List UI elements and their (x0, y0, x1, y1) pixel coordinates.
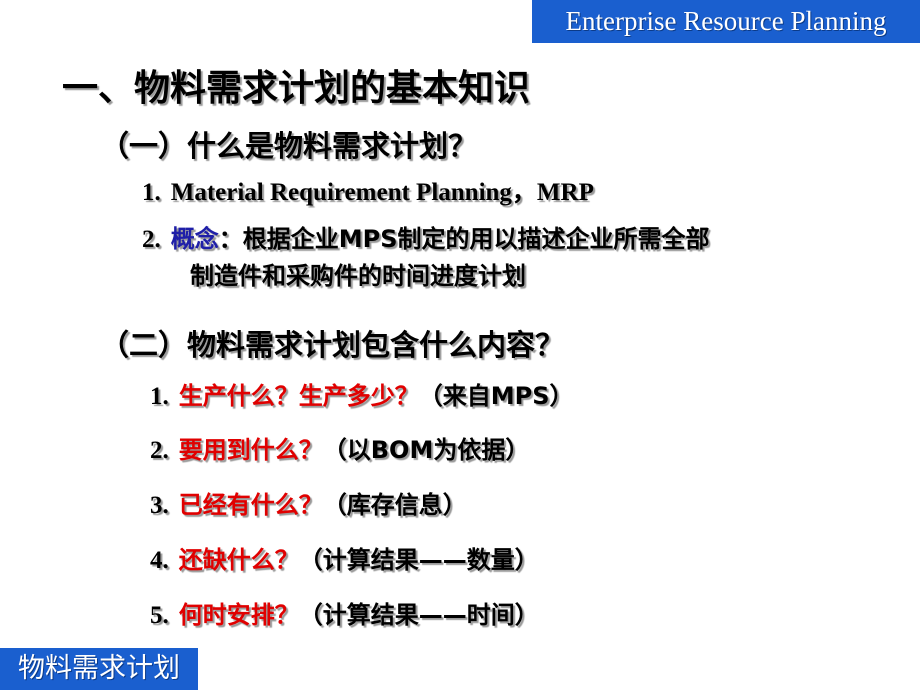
section1-heading: （一）什么是物料需求计划？ (100, 129, 478, 163)
item-question: 已经有什么？ (178, 491, 323, 519)
section1-item-1: 1. Material Requirement Planning，MRP (142, 175, 594, 211)
section2-item-3: 3. 已经有什么？（库存信息） (150, 487, 467, 524)
item-number: 1. (150, 383, 169, 410)
section2-heading: （二）物料需求计划包含什么内容？ (100, 328, 565, 362)
header-banner: Enterprise Resource Planning (532, 0, 920, 43)
item-question: 生产什么？生产多少？ (178, 382, 419, 410)
section1-item-2: 2. 概念：根据企业MPS制定的用以描述企业所需全部 (142, 221, 710, 258)
item-note: （来自MPS） (418, 382, 574, 410)
item-question: 还缺什么？ (178, 546, 299, 574)
section2-item-1: 1. 生产什么？生产多少？（来自MPS） (150, 378, 574, 415)
item-question: 要用到什么？ (178, 436, 323, 464)
concept-term: 概念 (170, 225, 219, 253)
item-number: 2. (142, 226, 161, 253)
item-note: （计算结果——时间） (298, 601, 539, 629)
item-number: 3. (150, 492, 169, 519)
section2-item-4: 4. 还缺什么？（计算结果——数量） (150, 542, 539, 579)
page-title: 一、物料需求计划的基本知识 (62, 68, 531, 109)
item-text: Material Requirement Planning，MRP (170, 179, 594, 206)
item-note: （计算结果——数量） (298, 546, 539, 574)
item-number: 4. (150, 547, 169, 574)
concept-definition-line2: 制造件和采购件的时间进度计划 (190, 262, 526, 290)
item-number: 5. (150, 602, 169, 629)
section2-item-2: 2. 要用到什么？（以BOM为依据） (150, 432, 529, 469)
concept-definition-line1: 根据企业MPS制定的用以描述企业所需全部 (242, 225, 710, 253)
section2-item-5: 5. 何时安排？（计算结果——时间） (150, 597, 539, 634)
item-note: （以BOM为依据） (322, 436, 530, 464)
concept-colon: ： (218, 225, 243, 253)
footer-banner: 物料需求计划 (0, 648, 198, 690)
item-number: 2. (150, 437, 169, 464)
item-note: （库存信息） (322, 491, 467, 519)
item-question: 何时安排？ (178, 601, 299, 629)
section1-item-2-continuation: 制造件和采购件的时间进度计划 (190, 258, 526, 295)
item-number: 1. (142, 179, 161, 206)
